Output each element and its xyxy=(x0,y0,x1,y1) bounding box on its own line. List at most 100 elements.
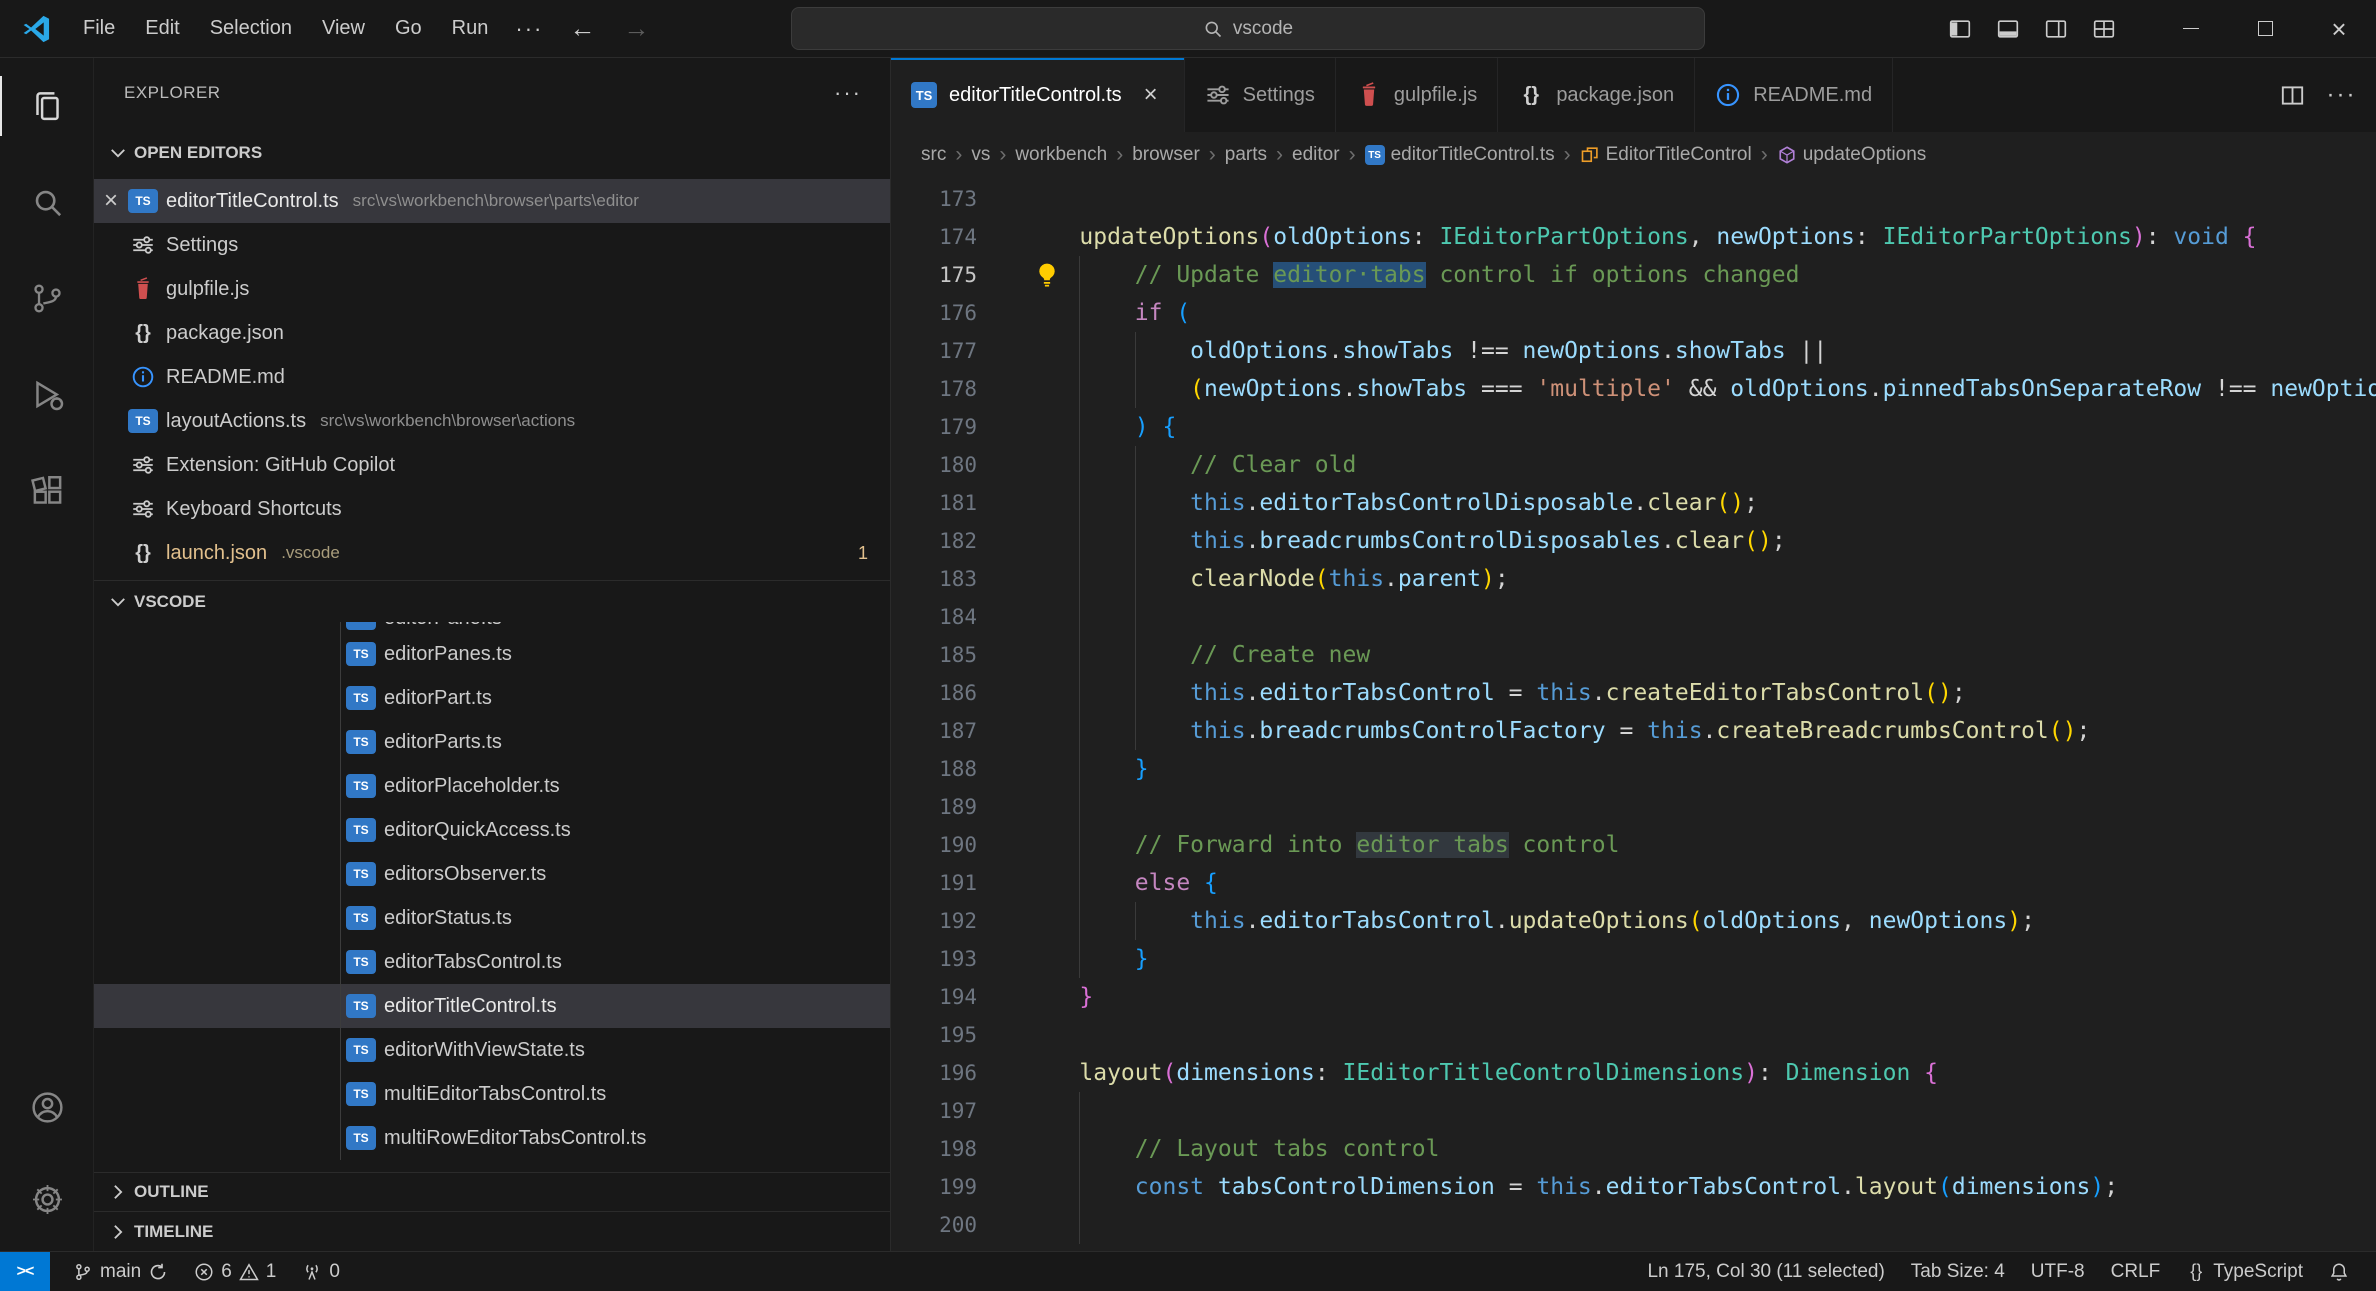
editor-tab[interactable]: {} package.json xyxy=(1498,58,1696,132)
status-git-branch[interactable]: main xyxy=(60,1252,181,1291)
status-problems[interactable]: 61 xyxy=(181,1252,289,1291)
activity-settings[interactable] xyxy=(0,1153,94,1245)
back-button[interactable]: ← xyxy=(555,13,609,44)
editor-tab[interactable]: Settings xyxy=(1184,58,1336,132)
status-text: Ln 175, Col 30 (11 selected) xyxy=(1647,1260,1885,1282)
toggle-sidebar-button[interactable] xyxy=(1936,0,1984,57)
editor-tab[interactable]: TS editorTitleControl.ts × xyxy=(891,58,1185,132)
breadcrumb-item[interactable]: EditorTitleControl xyxy=(1580,144,1752,166)
search-icon xyxy=(29,184,66,221)
open-editor-item[interactable]: Keyboard Shortcuts xyxy=(94,487,890,531)
line-content: } xyxy=(1024,978,1093,1016)
file-tree-item[interactable]: TS multiRowEditorTabsControl.ts xyxy=(94,1116,890,1160)
file-tree-item[interactable]: TS editorStatus.ts xyxy=(94,896,890,940)
code-token: . xyxy=(1245,908,1260,934)
status-encoding[interactable]: UTF-8 xyxy=(2018,1252,2098,1291)
menu-file[interactable]: File xyxy=(68,11,130,46)
outline-section-header[interactable]: OUTLINE xyxy=(94,1172,890,1211)
menu-go[interactable]: Go xyxy=(380,11,437,46)
breadcrumb-item[interactable]: browser xyxy=(1132,144,1200,166)
status-notifications[interactable] xyxy=(2316,1252,2362,1291)
remote-indicator[interactable]: >< xyxy=(0,1252,50,1291)
line-number: 193 xyxy=(939,947,977,971)
open-editor-item[interactable]: Settings xyxy=(94,223,890,267)
file-tree-item[interactable]: TS editorWithViewState.ts xyxy=(94,1028,890,1072)
open-editor-item[interactable]: TS layoutActions.ts src\vs\workbench\brows… xyxy=(94,399,890,443)
code-token: ( xyxy=(1314,566,1329,592)
maximize-button[interactable] xyxy=(2228,0,2302,57)
open-editors-header[interactable]: OPEN EDITORS xyxy=(94,130,890,176)
breadcrumb-item[interactable]: updateOptions xyxy=(1777,144,1926,166)
file-tree-item[interactable]: TS editorTitleControl.ts xyxy=(94,984,890,1028)
line-number: 194 xyxy=(939,985,977,1009)
open-editor-item[interactable]: Extension: GitHub Copilot xyxy=(94,443,890,487)
code-token: ( xyxy=(1744,528,1758,554)
close-tab-icon[interactable]: × xyxy=(1138,81,1164,109)
close-button[interactable]: × xyxy=(2302,0,2376,57)
file-tree-item[interactable]: TS editorPanes.ts xyxy=(94,632,890,676)
folder-section-header[interactable]: VSCODE xyxy=(94,580,890,622)
code-token: { xyxy=(1924,1060,1939,1086)
breadcrumb-item[interactable]: vs xyxy=(971,144,990,166)
code-line: 191 else { xyxy=(891,864,2376,902)
activity-explorer[interactable] xyxy=(0,58,94,154)
activity-extensions[interactable] xyxy=(0,442,94,538)
status-cursor-position[interactable]: Ln 175, Col 30 (11 selected) xyxy=(1634,1252,1897,1291)
explorer-actions-icon[interactable]: ··· xyxy=(834,80,862,106)
breadcrumb-item[interactable]: src xyxy=(921,144,946,166)
file-tree-item[interactable]: TS multiEditorTabsControl.ts xyxy=(94,1072,890,1116)
typescript-file-icon: TS xyxy=(346,774,376,798)
file-tree-item[interactable]: TS editorParts.ts xyxy=(94,720,890,764)
code-token: this xyxy=(1190,718,1246,744)
breadcrumb-item[interactable]: parts xyxy=(1225,144,1267,166)
menu-run[interactable]: Run xyxy=(437,11,504,46)
breadcrumb-item[interactable]: editor xyxy=(1292,144,1340,166)
minimize-button[interactable] xyxy=(2154,0,2228,57)
tab-label: editorTitleControl.ts xyxy=(949,83,1122,106)
file-tree-item[interactable]: TS editorsObserver.ts xyxy=(94,852,890,896)
file-tree-item[interactable]: TS editorPart.ts xyxy=(94,676,890,720)
activity-search[interactable] xyxy=(0,154,94,250)
activity-run-and-debug[interactable] xyxy=(0,346,94,442)
activity-bar xyxy=(0,58,94,1251)
code-token: // Update xyxy=(1134,262,1274,288)
open-editor-item[interactable]: {} package.json xyxy=(94,311,890,355)
toggle-panel-button[interactable] xyxy=(1984,0,2032,57)
file-tree-item[interactable]: TS editorTabsControl.ts xyxy=(94,940,890,984)
code-editor[interactable]: 173 174 updateOptions(oldOptions: IEditor… xyxy=(891,178,2376,1251)
breadcrumb-item[interactable]: workbench xyxy=(1015,144,1107,166)
code-token: ( xyxy=(1162,1060,1177,1086)
open-editor-item[interactable]: gulpfile.js xyxy=(94,267,890,311)
menu-more[interactable]: ··· xyxy=(503,10,555,48)
menu-edit[interactable]: Edit xyxy=(130,11,194,46)
split-editor-icon[interactable] xyxy=(2280,83,2305,108)
customize-layout-button[interactable] xyxy=(2080,0,2128,57)
open-editor-item[interactable]: README.md xyxy=(94,355,890,399)
sidebar-title-row: EXPLORER ··· xyxy=(94,58,890,128)
open-editor-item[interactable]: {} launch.json .vscode 1 xyxy=(94,531,890,575)
status-indentation[interactable]: Tab Size: 4 xyxy=(1898,1252,2018,1291)
activity-source-control[interactable] xyxy=(0,250,94,346)
file-tree-item[interactable]: TS editorQuickAccess.ts xyxy=(94,808,890,852)
activity-accounts[interactable] xyxy=(0,1061,94,1153)
status-ports[interactable]: 0 xyxy=(289,1252,353,1291)
code-token: createEditorTabsControl xyxy=(1605,680,1925,706)
close-editor-icon[interactable]: × xyxy=(94,187,128,215)
more-actions-icon[interactable]: ··· xyxy=(2327,81,2355,108)
search-box[interactable]: vscode xyxy=(791,7,1705,50)
editor-tab[interactable]: README.md xyxy=(1695,58,1894,132)
open-editor-item[interactable]: × TS editorTitleControl.ts src\vs\workbench… xyxy=(94,179,890,223)
file-tree-item[interactable]: TS editorPlaceholder.ts xyxy=(94,764,890,808)
status-language-mode[interactable]: {} TypeScript xyxy=(2173,1252,2316,1291)
code-token: === xyxy=(1467,376,1537,402)
menu-selection[interactable]: Selection xyxy=(195,11,307,46)
file-tree-label: editorPanes.ts xyxy=(384,642,512,665)
menu-view[interactable]: View xyxy=(307,11,380,46)
toggle-secondary-sidebar-button[interactable] xyxy=(2032,0,2080,57)
status-eol[interactable]: CRLF xyxy=(2098,1252,2174,1291)
breadcrumb-item[interactable]: TS editorTitleControl.ts xyxy=(1364,144,1555,166)
code-line: 194 } xyxy=(891,978,2376,1016)
forward-button[interactable]: → xyxy=(609,13,663,44)
timeline-section-header[interactable]: TIMELINE xyxy=(94,1211,890,1251)
editor-tab[interactable]: gulpfile.js xyxy=(1335,58,1499,132)
